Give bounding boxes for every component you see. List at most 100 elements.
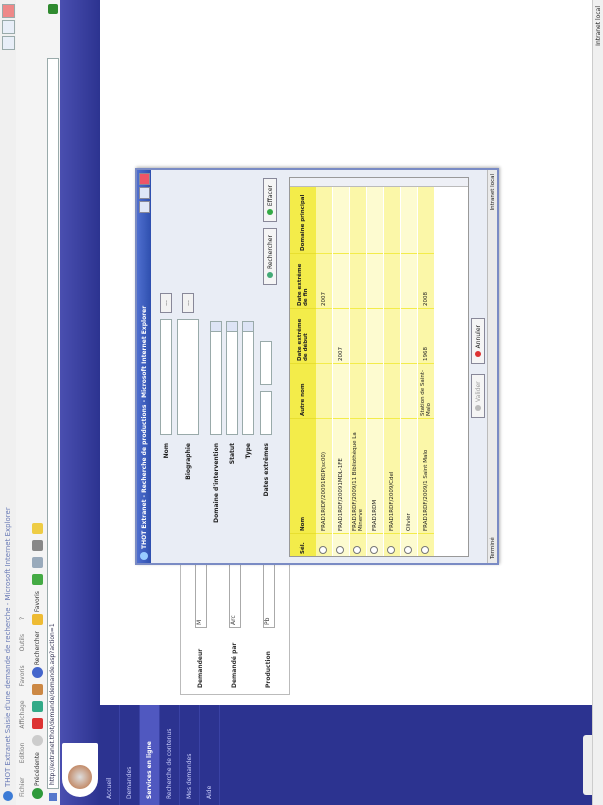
- row-radio[interactable]: [387, 546, 395, 554]
- cancel-button[interactable]: Annuler: [471, 318, 485, 365]
- mail-icon: [31, 557, 43, 569]
- popup-window-controls: [139, 173, 150, 213]
- maximize-icon[interactable]: [2, 20, 15, 34]
- menu-favoris[interactable]: Favoris: [19, 665, 26, 686]
- search-button[interactable]: Rechercher: [263, 228, 277, 286]
- results-table: Sél. Nom Autre nom Date extrême de début…: [290, 178, 435, 556]
- col-date-fin: Date extrême de fin: [290, 253, 316, 309]
- demande-par-input[interactable]: Arc: [229, 564, 241, 628]
- address-input[interactable]: http://extranet.thot/demande/demande.asp…: [47, 58, 59, 789]
- print-button[interactable]: [31, 540, 43, 552]
- row-radio[interactable]: [421, 546, 429, 554]
- request-form-panel: Demandeur M Demandé par Arc Production P…: [180, 563, 290, 695]
- popup-close-icon[interactable]: [139, 173, 150, 185]
- table-row[interactable]: FRAD1RDF/2009/11 Bibliothèque La Minerve: [349, 178, 367, 556]
- row-radio[interactable]: [336, 546, 344, 554]
- folder-button[interactable]: [31, 523, 43, 535]
- popup-status-right: Intranet local: [489, 174, 496, 211]
- demande-par-row: Demandé par Arc: [229, 564, 241, 688]
- date-debut-input[interactable]: [260, 391, 272, 435]
- popup-title: THOT Extranet - Recherche de productions…: [140, 305, 148, 549]
- window-controls: [2, 4, 15, 50]
- row-radio[interactable]: [353, 546, 361, 554]
- production-input[interactable]: Pb: [263, 564, 275, 628]
- rotated-browser: THOT Extranet Saisie d'une demande de re…: [0, 0, 603, 805]
- menu-edition[interactable]: Edition: [19, 743, 26, 764]
- row-radio[interactable]: [404, 546, 412, 554]
- validate-button[interactable]: Valider: [471, 374, 485, 418]
- form-buttons: Rechercher Effacer: [263, 178, 277, 286]
- popup-status-left: Terminé: [489, 537, 496, 559]
- forward-arrow-icon: [31, 735, 43, 747]
- back-arrow-icon: [31, 788, 43, 799]
- menu-affichage[interactable]: Affichage: [19, 700, 26, 728]
- screenshot-stage: THOT Extranet Saisie d'une demande de re…: [0, 0, 603, 805]
- sidebar: Accueil Demandes Services en ligne Reche…: [100, 705, 603, 805]
- biographie-row: Biographie ...: [177, 293, 199, 543]
- menu-help[interactable]: ?: [19, 617, 26, 620]
- minimize-icon[interactable]: [2, 36, 15, 50]
- table-row[interactable]: FRAD1RIDF/20091RDP(sc00) 2007: [316, 178, 333, 556]
- close-icon[interactable]: [2, 4, 15, 18]
- favorites-button[interactable]: Favoris: [31, 591, 43, 626]
- popup-maximize-icon[interactable]: [139, 187, 150, 199]
- search-productions-popup: THOT Extranet - Recherche de productions…: [135, 168, 499, 565]
- table-row[interactable]: FRAD1RDM: [366, 178, 384, 556]
- menu-fichier[interactable]: Fichier: [19, 777, 26, 797]
- menubar: Fichier Edition Affichage Favoris Outils…: [16, 0, 28, 805]
- nom-input[interactable]: [160, 319, 172, 435]
- row-radio[interactable]: [370, 546, 378, 554]
- statut-select[interactable]: [226, 321, 238, 435]
- table-row[interactable]: FRAD1RDF/2009/1 Saint Malo Station de Sa…: [417, 178, 435, 556]
- app-header: [60, 0, 100, 805]
- stop-button[interactable]: [31, 718, 43, 730]
- folder-icon: [31, 523, 43, 535]
- sidebar-item-services[interactable]: Services en ligne: [140, 705, 160, 805]
- home-button[interactable]: [31, 684, 43, 696]
- home-icon: [31, 684, 43, 696]
- mail-button[interactable]: [31, 557, 43, 569]
- popup-minimize-icon[interactable]: [139, 201, 150, 213]
- date-fin-input[interactable]: [260, 341, 272, 385]
- sidebar-item-accueil[interactable]: Accueil: [100, 705, 120, 805]
- popup-footer: Valider Annuler: [471, 179, 485, 557]
- sidebar-item-aide[interactable]: Aide: [200, 705, 220, 805]
- table-header-row: Sél. Nom Autre nom Date extrême de début…: [290, 178, 316, 556]
- browser-titlebar: THOT Extranet Saisie d'une demande de re…: [0, 0, 17, 805]
- domaine-row: Domaine d'intervention: [209, 321, 223, 543]
- demandeur-input[interactable]: M: [195, 564, 207, 628]
- back-button[interactable]: Précédente: [31, 752, 43, 799]
- sidebar-item-recherche[interactable]: Recherche de contenus: [160, 705, 180, 805]
- biographie-lookup-button[interactable]: ...: [182, 293, 194, 313]
- x-icon: [475, 351, 481, 358]
- ie-icon: [140, 552, 148, 560]
- col-autre-nom: Autre nom: [290, 363, 316, 419]
- eraser-icon: [267, 209, 273, 216]
- thot-logo: [62, 743, 98, 797]
- type-select[interactable]: [242, 321, 254, 435]
- search-button[interactable]: Rechercher: [31, 631, 43, 679]
- media-button[interactable]: [31, 574, 43, 586]
- go-button[interactable]: [48, 4, 58, 14]
- browser-toolbar: Précédente Rechercher Favoris: [28, 0, 47, 805]
- status-zone: Intranet local: [594, 6, 602, 46]
- refresh-button[interactable]: [31, 701, 43, 713]
- menu-outils[interactable]: Outils: [19, 634, 26, 651]
- biographie-input[interactable]: [177, 319, 199, 435]
- type-row: Type: [241, 321, 255, 543]
- table-row[interactable]: FRAD1RDF/2009/Cdel: [383, 178, 401, 556]
- browser-statusbar: Intranet local: [592, 0, 603, 805]
- sidebar-item-demandes[interactable]: Demandes: [120, 705, 140, 805]
- table-row[interactable]: Olivier: [400, 178, 418, 556]
- clear-button[interactable]: Effacer: [263, 178, 277, 223]
- domaine-select[interactable]: [210, 321, 222, 435]
- results-scrollbar[interactable]: [290, 178, 468, 187]
- forward-button[interactable]: [31, 735, 43, 747]
- refresh-icon: [31, 701, 43, 713]
- col-date-debut: Date extrême de début: [290, 308, 316, 364]
- sidebar-item-mes-demandes[interactable]: Mes demandes: [180, 705, 200, 805]
- row-radio[interactable]: [319, 546, 327, 554]
- nom-lookup-button[interactable]: ...: [160, 293, 172, 313]
- star-icon: [31, 614, 43, 626]
- table-row[interactable]: FRAD1RDF/20091MDL-1FE 2007: [332, 178, 350, 556]
